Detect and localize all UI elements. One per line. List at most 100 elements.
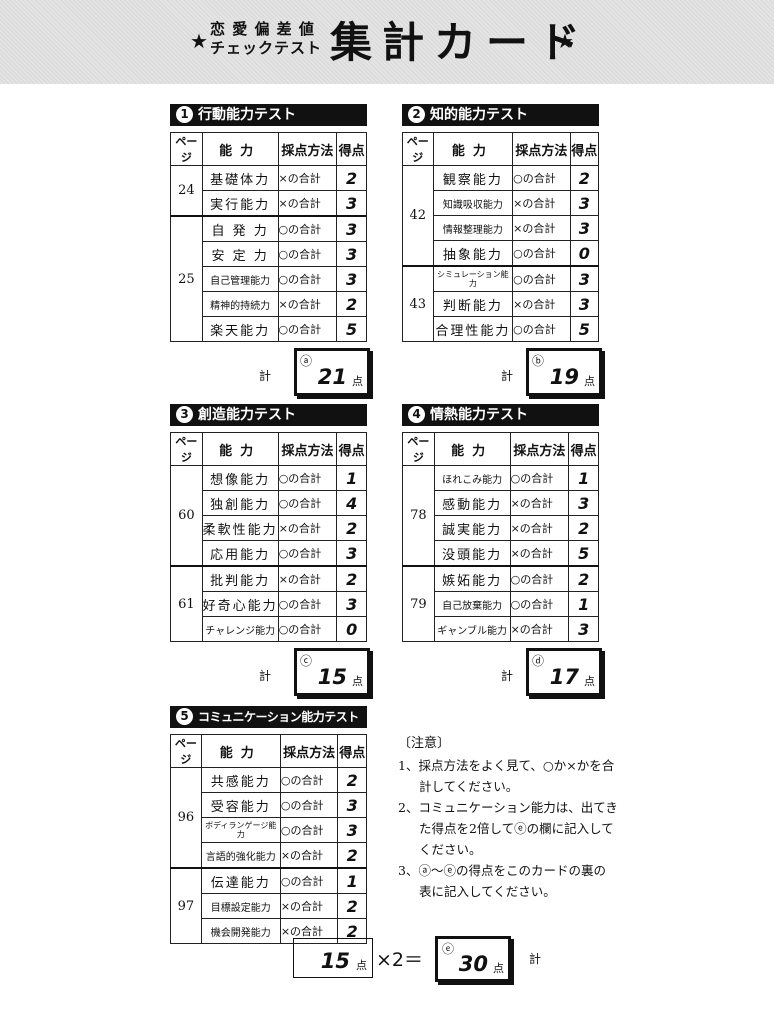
section-title-text: 行動能力テスト [198,107,296,123]
method-cell: ○の合計 [512,265,571,292]
score-section: 3 創造能力テスト ページ 能力 採点方法 得点 60 想像能力 ○の合計 1 独創能力 ○の合計 4 柔… [170,404,370,698]
score-cell: 2 [337,767,367,793]
ability-cell: 自己放棄能力 [433,591,511,617]
score-cell: 2 [568,565,599,592]
ability-cell: 応用能力 [201,540,279,567]
score-table: ページ 能力 採点方法 得点 42 観察能力 ○の合計 2 知識吸収能力 ×の合計 3 情報整理能力 ×… [402,132,600,342]
column-header-ability: 能力 [201,432,279,466]
score-table: ページ 能力 採点方法 得点 78 ほれこみ能力 ○の合計 1 感動能力 ×の合計 3 誠実能力 ×の合… [402,432,599,642]
table-row: 25 自 発 力 ○の合計 3 [170,215,367,342]
column-header-page: ページ [402,132,434,166]
column-header-ability: 能力 [201,132,279,166]
ability-cell: 精神的持続力 [201,291,279,317]
ability-cell: 楽天能力 [201,316,279,342]
table-row: 61 批判能力 ×の合計 2 [170,565,367,642]
table-row: 60 想像能力 ○の合計 1 [170,465,367,567]
page-cell: 61 [170,565,203,642]
method-cell: ×の合計 [279,842,339,869]
column-header-score: 得点 [337,734,367,768]
column-header-ability: 能力 [432,132,514,166]
section-title-text: 創造能力テスト [198,407,296,423]
method-cell: ×の合計 [509,515,570,541]
method-cell: ×の合計 [277,190,338,217]
total-row: 計 ⓑ 19 点 [402,348,602,398]
method-cell: ○の合計 [512,316,571,342]
ability-cell: 抽象能力 [432,240,514,267]
score-cell: 5 [568,540,599,567]
total-score: 19 [549,365,579,389]
ability-cell: 判断能力 [432,291,514,317]
star-icon: ★ [190,29,208,53]
method-cell: ○の合計 [277,316,338,342]
table-row: 96 共感能力 ○の合計 2 [170,767,367,869]
ability-cell: 嫉妬能力 [433,565,511,592]
ability-cell: 誠実能力 [433,515,511,541]
total-box: ⓑ 19 点 [526,348,602,396]
score-cell: 3 [336,540,367,567]
page-cell: 25 [170,215,203,342]
column-header-page: ページ [170,132,203,166]
page-cell: 96 [170,767,202,869]
method-cell: ○の合計 [277,465,338,491]
total-label: 計 [259,369,272,383]
ability-cell: 好奇心能力 [201,591,279,617]
ability-cell: 機会開発能力 [200,918,281,944]
score-cell: 1 [336,465,367,491]
column-header-page: ページ [170,734,202,768]
method-cell: ○の合計 [277,490,338,516]
column-header-method: 採点方法 [512,132,571,166]
column-header-score: 得点 [568,432,599,466]
method-cell: ×の合計 [512,291,571,317]
table-row: 78 ほれこみ能力 ○の合計 1 [402,465,599,567]
score-cell: 3 [569,265,600,292]
column-header-score: 得点 [336,132,367,166]
total-score: 21 [317,365,347,389]
table-header: ページ 能力 採点方法 得点 [170,432,367,466]
total-box: ⓐ 21 点 [294,348,370,396]
unit-label: 点 [352,675,363,688]
ability-cell: 感動能力 [433,490,511,516]
score-cell: 1 [568,465,599,491]
page-cell: 78 [402,465,435,567]
ability-cell: 合理性能力 [432,316,514,342]
total-label: 計 [501,369,514,383]
score-cell: 5 [569,316,600,342]
note-item: 2、コミュニケーション能力は、出てきた得点を2倍してⓔの欄に記入してください。 [398,800,618,857]
method-cell: ×の合計 [277,515,338,541]
total-letter: ⓔ [442,942,455,956]
method-cell: ○の合計 [512,240,571,267]
ability-cell: 柔軟性能力 [201,515,279,541]
score-cell: 3 [336,190,367,217]
section-title-text: 情熱能力テスト [430,407,528,423]
ability-cell: 批判能力 [201,565,279,592]
ability-cell: 想像能力 [201,465,279,491]
section-number: 3 [176,406,193,423]
method-cell: ○の合計 [279,867,339,894]
table-row: 43 シミュレーション能力 ○の合計 3 [402,265,600,342]
page-cell: 24 [170,165,203,217]
table-row: 79 嫉妬能力 ○の合計 2 [402,565,599,642]
score-cell: 3 [569,215,600,241]
ability-cell: シミュレーション能力 [432,265,514,292]
score-cell: 2 [336,165,367,191]
ability-cell: 受容能力 [200,792,281,818]
score-cell: 0 [569,240,600,267]
table-row: 24 基礎体力 ×の合計 2 [170,165,367,217]
total-letter: ⓓ [532,654,545,668]
method-cell: ○の合計 [277,540,338,567]
method-cell: ○の合計 [509,465,570,491]
section-title: 5 コミュニケーション能力テスト [170,706,367,728]
ability-cell: 独創能力 [201,490,279,516]
total-row: 計 ⓐ 21 点 [170,348,370,398]
ability-cell: 伝達能力 [200,867,281,894]
column-header-ability: 能力 [200,734,281,768]
score-cell: 3 [568,616,599,642]
score-cell: 4 [336,490,367,516]
total-box: ⓓ 17 点 [526,648,602,696]
ability-cell: 知識吸収能力 [432,190,514,216]
method-cell: ○の合計 [277,616,338,642]
unit-label: 点 [584,375,595,388]
section-number: 4 [408,406,425,423]
score-cell: 3 [569,291,600,317]
unit-label: 点 [584,675,595,688]
